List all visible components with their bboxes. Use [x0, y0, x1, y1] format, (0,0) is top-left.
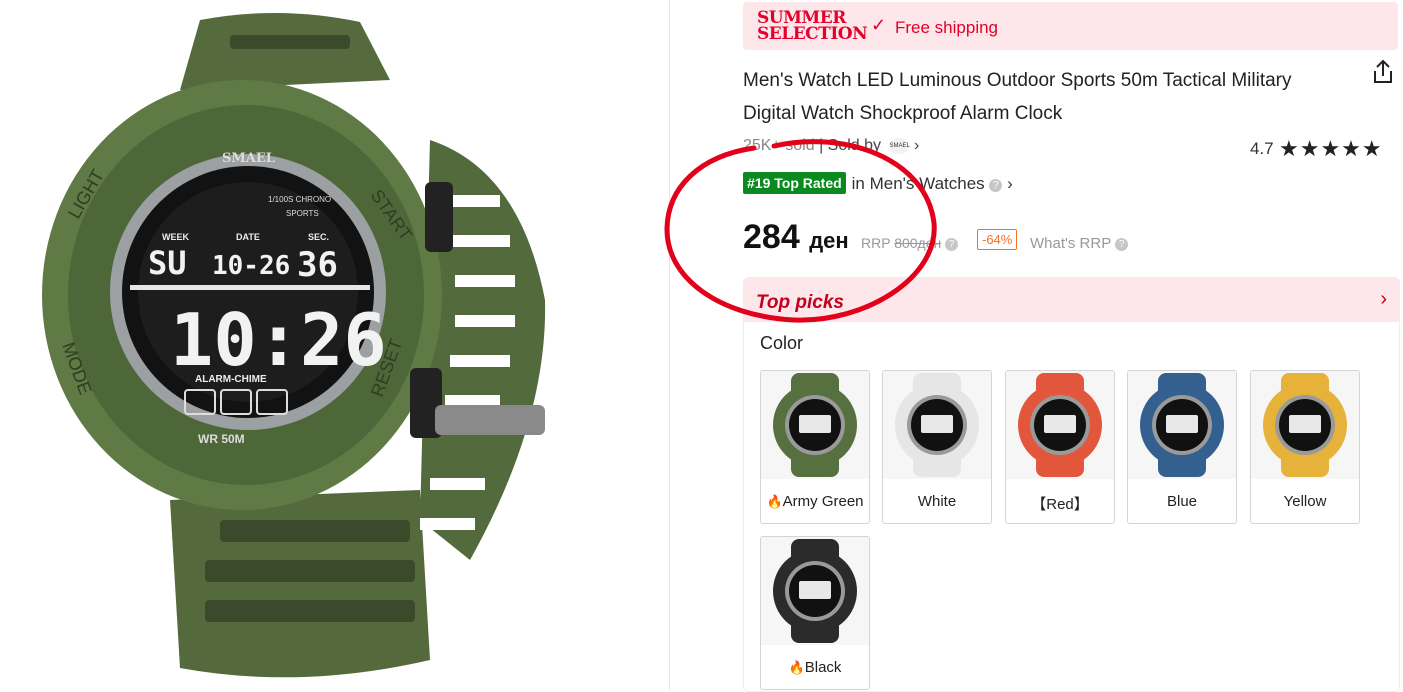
color-swatch[interactable]: Blue: [1127, 370, 1237, 524]
color-swatch-label: 🔥Army Green: [761, 493, 869, 510]
summer-selection-logo: SUMMER SELECTION: [757, 10, 868, 44]
annotation-circle: [664, 139, 937, 323]
dial-wr: WR 50M: [198, 432, 245, 446]
color-swatch-thumbnail: [1006, 371, 1114, 479]
dial-date: 10-26: [212, 251, 290, 281]
color-name: Yellow: [1283, 493, 1327, 510]
product-title-line2: Digital Watch Shockproof Alarm Clock: [743, 103, 1063, 124]
share-icon[interactable]: [1370, 58, 1396, 86]
whats-rrp-text: What's RRP: [1030, 235, 1111, 252]
dial-day: SU: [148, 244, 187, 282]
rating-value: 4.7: [1250, 139, 1274, 158]
color-swatch-label: 【Red】: [1006, 493, 1114, 514]
color-swatch-thumbnail: [1251, 371, 1359, 479]
color-swatch-thumbnail: [1128, 371, 1236, 479]
product-title-line1: Men's Watch LED Luminous Outdoor Sports …: [743, 70, 1292, 91]
dial-brand: SMAEL: [222, 151, 275, 166]
top-picks-panel: Top picks › Color 🔥Army Green White 【Red】 B…: [743, 277, 1400, 692]
color-swatch-label: Blue: [1128, 493, 1236, 510]
color-name: Army Green: [782, 493, 864, 510]
color-swatch-label: Yellow: [1251, 493, 1359, 510]
color-swatch[interactable]: White: [882, 370, 992, 524]
whats-rrp-link[interactable]: What's RRP ?: [1030, 235, 1129, 252]
chevron-right-icon[interactable]: ›: [1007, 174, 1013, 193]
free-shipping-text: Free shipping: [895, 18, 999, 37]
chevron-right-icon[interactable]: ›: [1380, 288, 1387, 311]
color-swatch[interactable]: Yellow: [1250, 370, 1360, 524]
dial-chrono: 1/100S CHRONO: [268, 195, 331, 204]
discount-badge: -64%: [977, 229, 1018, 250]
color-name: Blue: [1166, 493, 1198, 510]
info-icon[interactable]: ?: [989, 179, 1003, 192]
flame-icon: 🔥: [766, 494, 783, 509]
product-info-pane: SUMMER SELECTION ✓ Free shipping Men's W…: [670, 0, 1403, 692]
color-swatch-thumbnail: [761, 371, 869, 479]
color-name: Black: [804, 659, 842, 676]
color-swatch[interactable]: 🔥Black: [760, 536, 870, 690]
color-swatch-thumbnail: [883, 371, 991, 479]
dial-alarm: ALARM-CHIME: [195, 374, 267, 385]
dial-seconds: 36: [297, 245, 338, 285]
color-swatch-thumbnail: [761, 537, 869, 645]
check-icon: ✓: [871, 15, 887, 35]
flame-icon: 🔥: [788, 660, 805, 675]
color-swatch[interactable]: 【Red】: [1005, 370, 1115, 524]
color-swatch[interactable]: 🔥Army Green: [760, 370, 870, 524]
dial-date-label: DATE: [236, 232, 260, 242]
color-swatch-label: 🔥Black: [761, 659, 869, 676]
dial-time: 10:26: [170, 298, 387, 382]
summer-selection-banner[interactable]: SUMMER SELECTION ✓ Free shipping: [743, 2, 1398, 50]
dial-sports: SPORTS: [286, 209, 319, 218]
dial-week-label: WEEK: [162, 232, 190, 242]
color-swatch-label: White: [883, 493, 991, 510]
color-name: 【Red】: [1031, 496, 1089, 513]
dial-sec-label: SEC.: [308, 232, 329, 242]
color-label: Color: [760, 333, 804, 353]
logo-line2: SELECTION: [757, 24, 868, 44]
info-icon[interactable]: ?: [1115, 238, 1129, 251]
product-image[interactable]: LIGHT START MODE RESET SMAEL 1/100S CHRO…: [0, 0, 669, 690]
rating-stars[interactable]: ★★★★★: [1279, 136, 1383, 162]
product-image-pane: LIGHT START MODE RESET SMAEL 1/100S CHRO…: [0, 0, 670, 690]
product-title: Men's Watch LED Luminous Outdoor Sports …: [743, 64, 1343, 130]
color-name: White: [917, 493, 957, 510]
info-icon[interactable]: ?: [945, 238, 959, 251]
